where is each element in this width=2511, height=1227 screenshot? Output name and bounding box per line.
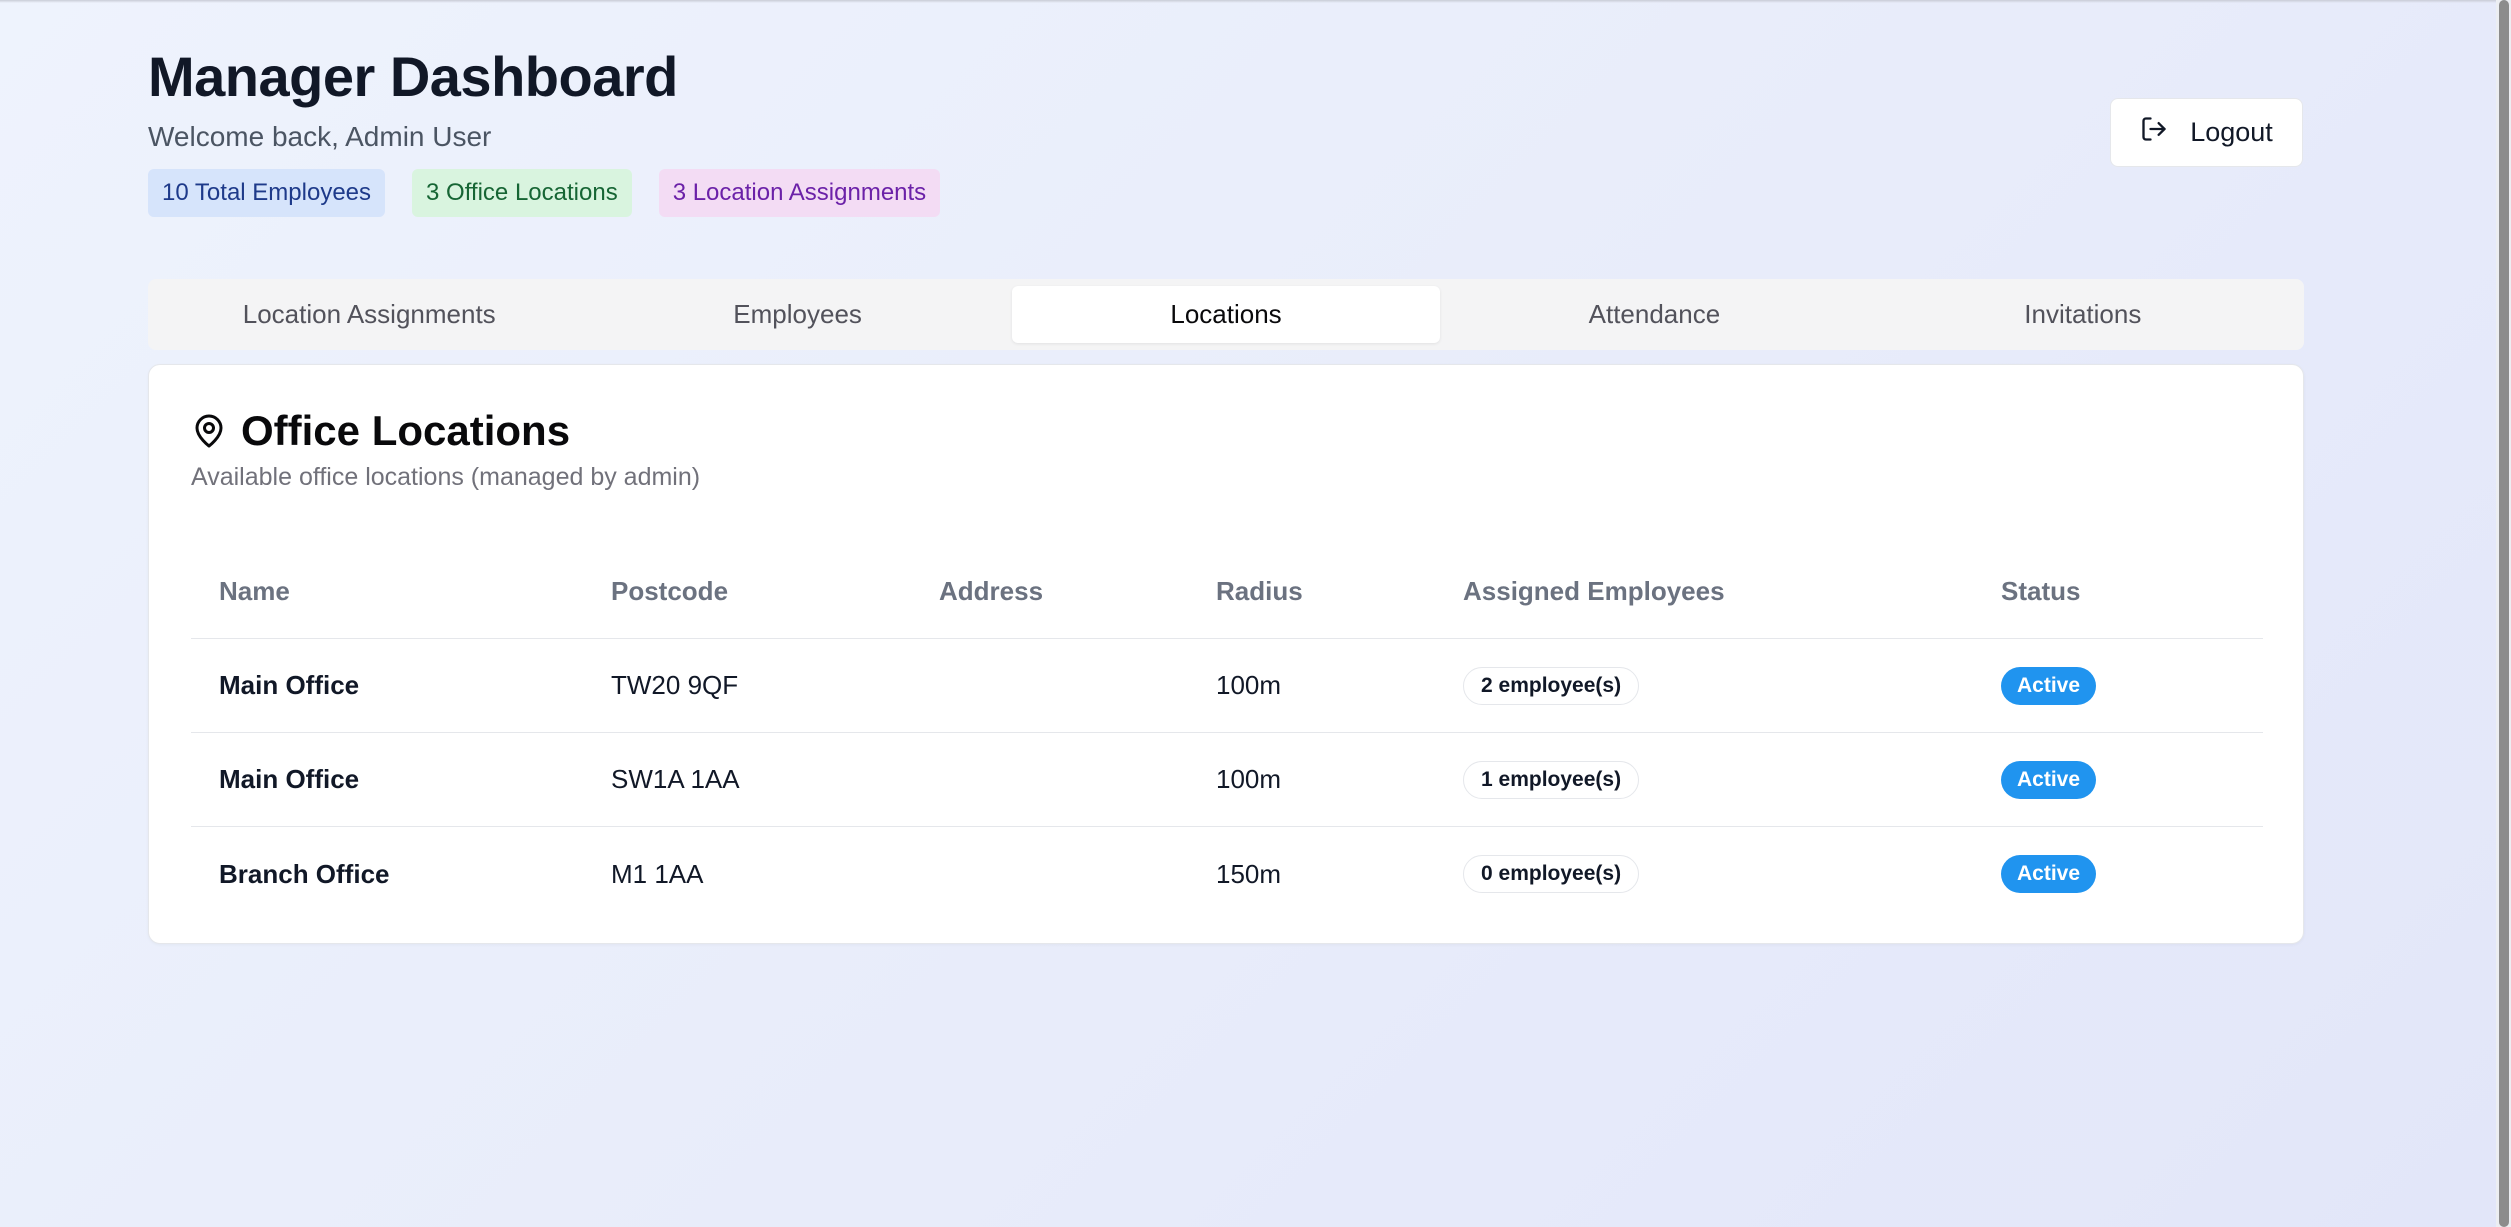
column-header-address: Address <box>939 576 1044 606</box>
logout-icon <box>2140 115 2168 150</box>
status-badge: Active <box>2001 760 2097 799</box>
column-header-postcode: Postcode <box>611 576 729 606</box>
logout-label: Logout <box>2190 117 2273 147</box>
location-radius: 100m <box>1216 764 1282 794</box>
assigned-employees-badge: 2 employee(s) <box>1463 666 1640 705</box>
page-header: Manager Dashboard Welcome back, Admin Us… <box>148 44 941 217</box>
column-header-status: Status <box>2001 576 2081 606</box>
location-name: Main Office <box>219 764 360 794</box>
assigned-employees-badge: 1 employee(s) <box>1463 760 1640 799</box>
vertical-scrollbar[interactable] <box>2496 0 2511 1227</box>
locations-table: Name Postcode Address Radius Assigned Em… <box>191 545 2263 921</box>
office-locations-card: Office Locations Available office locati… <box>148 364 2304 944</box>
welcome-text: Welcome back, Admin User <box>148 121 492 152</box>
tab-bar: Location Assignments Employees Locations… <box>148 279 2304 350</box>
card-subtitle: Available office locations (managed by a… <box>191 463 701 491</box>
assigned-employees-badge: 0 employee(s) <box>1463 855 1640 893</box>
column-header-assigned-employees: Assigned Employees <box>1463 576 1725 606</box>
table-row[interactable]: Main Office SW1A 1AA 100m 1 employee(s) … <box>191 733 2263 827</box>
top-shadow <box>0 0 2496 3</box>
tab-attendance[interactable]: Attendance <box>1440 286 1868 343</box>
location-postcode: M1 1AA <box>611 858 704 889</box>
location-radius: 100m <box>1216 670 1282 700</box>
column-header-radius: Radius <box>1216 576 1303 606</box>
page-title: Manager Dashboard <box>148 45 678 108</box>
card-title: Office Locations <box>241 407 571 454</box>
location-assignments-badge: 3 Location Assignments <box>658 169 941 217</box>
location-postcode: TW20 9QF <box>611 670 739 700</box>
tab-locations[interactable]: Locations <box>1011 286 1441 343</box>
status-badge: Active <box>2001 666 2097 705</box>
location-name: Main Office <box>219 670 360 700</box>
office-locations-badge: 3 Office Locations <box>412 169 632 217</box>
logout-button[interactable]: Logout <box>2110 98 2303 167</box>
map-pin-icon <box>191 413 227 449</box>
column-header-name: Name <box>219 576 290 606</box>
tab-invitations[interactable]: Invitations <box>1869 286 2297 343</box>
table-header: Name Postcode Address Radius Assigned Em… <box>191 545 2263 639</box>
scrollbar-thumb[interactable] <box>2499 0 2509 1227</box>
table-row[interactable]: Branch Office M1 1AA 150m 0 employee(s) … <box>191 827 2263 921</box>
location-radius: 150m <box>1216 858 1282 889</box>
table-row[interactable]: Main Office TW20 9QF 100m 2 employee(s) … <box>191 639 2263 733</box>
location-postcode: SW1A 1AA <box>611 764 740 794</box>
tab-employees[interactable]: Employees <box>583 286 1011 343</box>
card-header: Office Locations <box>191 407 570 455</box>
summary-badges: 10 Total Employees 3 Office Locations 3 … <box>148 169 941 217</box>
tab-location-assignments[interactable]: Location Assignments <box>155 286 583 343</box>
total-employees-badge: 10 Total Employees <box>148 169 386 217</box>
location-name: Branch Office <box>219 858 390 889</box>
status-badge: Active <box>2001 855 2097 893</box>
